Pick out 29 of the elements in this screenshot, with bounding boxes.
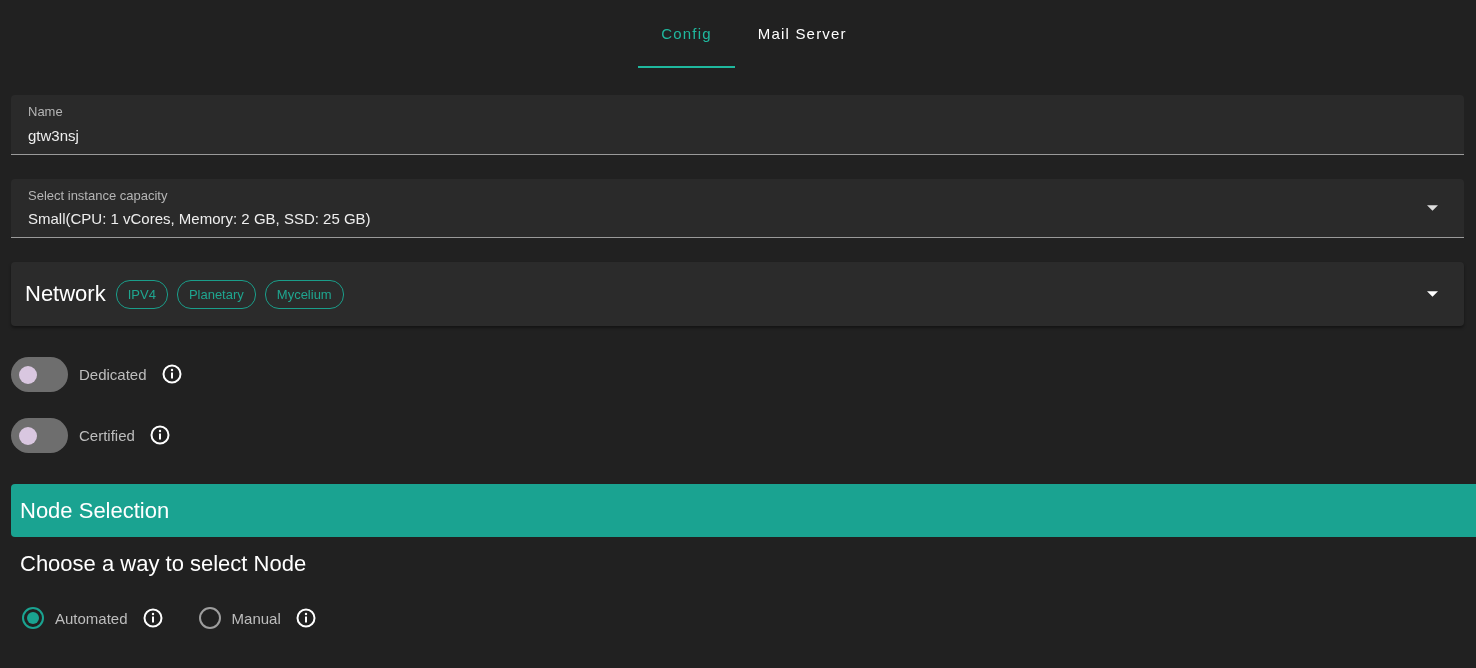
name-field[interactable]: Name gtw3nsj <box>11 95 1464 155</box>
switch-label: Certified <box>79 426 135 444</box>
radio-label: Automated <box>55 609 128 627</box>
caret-icon <box>1427 291 1438 297</box>
field-value: Small(CPU: 1 vCores, Memory: 2 GB, SSD: 25 GB) <box>28 210 372 227</box>
network-chip: IPV4 <box>115 279 168 309</box>
switch-label: Dedicated <box>79 365 147 383</box>
field-value: gtw3nsj <box>28 127 80 144</box>
network-chip: Planetary <box>176 279 256 309</box>
section-subtitle: Choose a way to select Node <box>20 551 308 577</box>
info-icon[interactable] <box>149 425 170 445</box>
caret-icon <box>1427 204 1438 211</box>
tab[interactable]: Config <box>638 0 735 68</box>
info-icon[interactable] <box>295 608 316 628</box>
section-header: Node Selection <box>11 484 1476 537</box>
panel-title: Network <box>25 281 106 307</box>
network-chip: Mycelium <box>264 279 344 309</box>
info-icon[interactable] <box>161 364 182 384</box>
radio-label: Manual <box>231 609 281 627</box>
network-panel[interactable]: Network IPV4 Planetary Mycelium <box>11 262 1464 326</box>
tab[interactable]: Mail Server <box>734 0 870 68</box>
field-label: Name <box>28 104 64 119</box>
info-icon[interactable] <box>142 608 163 628</box>
toggle-switch[interactable] <box>11 356 68 392</box>
radio-button[interactable] <box>22 607 44 629</box>
radio-button[interactable] <box>198 607 221 629</box>
field-label: Select instance capacity <box>28 188 169 203</box>
toggle-switch[interactable] <box>11 417 68 453</box>
capacity-select[interactable]: Select instance capacity Small(CPU: 1 vCores, Memory: 2 GB, SSD: 25 GB) <box>11 179 1464 238</box>
